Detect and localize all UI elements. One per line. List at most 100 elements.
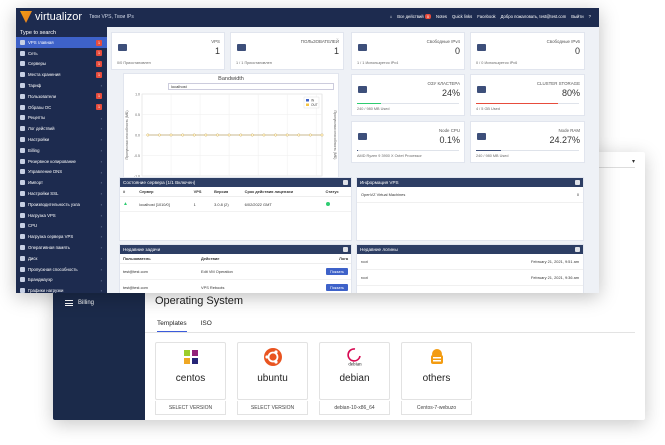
home-icon[interactable]: ⌂ [390, 14, 393, 19]
bandwidth-server-select[interactable]: localhost [168, 83, 334, 90]
list-icon [575, 180, 580, 185]
sidebar-item[interactable]: Рецепты › [16, 113, 107, 124]
sidebar-item-icon [20, 115, 25, 121]
table-row[interactable]: ▲ localhost [1010/0] 1 3.0.8 (2) 6/02/2022 G… [120, 196, 351, 212]
y-tick-label: -0.5 [134, 154, 140, 158]
vps-info-panel: Информация VPS OpenVZ Virtual Machines 0 [356, 177, 584, 241]
brand[interactable]: virtualizor Твои VPS, Твои IPs [20, 11, 134, 23]
sidebar-item-label: Рецепты [28, 115, 46, 121]
activity-badge: 0 [424, 14, 432, 19]
os-version-select[interactable]: SELECT VERSION [237, 401, 308, 415]
topbar-link-activity[interactable]: Все действий 0 [397, 14, 432, 19]
sidebar-item[interactable]: Billing › [16, 145, 107, 156]
os-card-debian[interactable]: debian debian debian-10-x86_64 [319, 342, 390, 415]
topbar-link-facebook[interactable]: Facebook [477, 14, 495, 19]
panel-header: Информация VPS [357, 178, 583, 187]
sidebar-item-label: Оперативная память [28, 245, 70, 251]
debian-logo-text: debian [348, 363, 362, 368]
server-table: # Сервер VPS Версия Срок действия лицензии Ст… [120, 187, 351, 212]
sidebar-item[interactable]: Лог действий › [16, 123, 107, 134]
stat-value: 80% [561, 88, 580, 98]
sidebar-item[interactable]: Оперативная память › [16, 242, 107, 253]
sidebar-item-icon [20, 158, 25, 164]
data-point [250, 133, 254, 137]
menu-icon [65, 300, 73, 306]
sidebar-item-icon [20, 255, 25, 261]
data-point [192, 133, 196, 137]
topbar-link-notes[interactable]: Notes [436, 14, 447, 19]
sidebar-item-icon [20, 277, 25, 283]
sidebar-item[interactable]: Диск › [16, 253, 107, 264]
billing-nav-item[interactable]: Billing [65, 300, 94, 306]
topbar-link-logout[interactable]: Выйти [571, 14, 583, 19]
sidebar-item[interactable]: Импорт › [16, 177, 107, 188]
sidebar-item[interactable]: Сеть 1 [16, 48, 107, 59]
sidebar-item[interactable]: Нагрузка сервера VPS › [16, 231, 107, 242]
sidebar-item[interactable]: Тариф › [16, 80, 107, 91]
sidebar-item[interactable]: Производительность узла › [16, 199, 107, 210]
chevron-right-icon: › [100, 137, 102, 143]
os-card-others[interactable]: others Centos-7-webuzo [401, 342, 472, 415]
vps-info-row: OpenVZ Virtual Machines 0 [357, 187, 583, 203]
os-version-select[interactable]: debian-10-x86_64 [319, 401, 390, 415]
sidebar-item[interactable]: CPU › [16, 221, 107, 232]
os-version-select[interactable]: SELECT VERSION [155, 401, 226, 415]
sidebar-item[interactable]: Настройки › [16, 134, 107, 145]
sidebar-item[interactable]: Настройки SSL › [16, 188, 107, 199]
stat-footnote: 240 / 980 MB Used [357, 107, 390, 111]
tab-templates[interactable]: Templates [157, 320, 187, 332]
divider [145, 332, 635, 333]
sidebar-item[interactable]: Графики нагрузки › [16, 285, 107, 293]
sidebar-item[interactable]: Места хранения 1 [16, 69, 107, 80]
search-input[interactable]: Type to search [16, 27, 107, 37]
sidebar-item-label: Нагрузка VPS [28, 212, 56, 218]
legend-swatch [306, 103, 309, 106]
panel-header: Недавние задачи [120, 245, 351, 254]
sidebar-item[interactable]: Брандмауэр › [16, 275, 107, 286]
sidebar-item-icon [20, 191, 25, 197]
sidebar-item[interactable]: Нагрузка VPS › [16, 210, 107, 221]
sidebar-item[interactable]: Управление DNS › [16, 167, 107, 178]
os-name: ubuntu [257, 373, 288, 384]
column-header: Сервер [136, 187, 191, 197]
data-point [239, 133, 243, 137]
chevron-right-icon: › [100, 234, 102, 240]
sidebar-item[interactable]: Серверы 1 [16, 59, 107, 70]
stat-footnote: 0/0 Приостановлен [117, 61, 151, 65]
stat-card: CLUSTER STORAGE 80% 4 / 5 GB Used [470, 74, 585, 116]
help-icon[interactable]: ? [589, 14, 591, 19]
sidebar-item[interactable]: Пропускная способность › [16, 264, 107, 275]
login-user: root [361, 259, 368, 264]
progress-bar [357, 102, 459, 104]
panel-title: Недавние задачи [123, 247, 161, 252]
sidebar-item[interactable]: Резервное копирование › [16, 156, 107, 167]
os-card-centos[interactable]: centos SELECT VERSION [155, 342, 226, 415]
tab-iso[interactable]: ISO [201, 320, 212, 332]
data-point [146, 133, 150, 137]
column-header: VPS [190, 187, 212, 197]
data-point [309, 133, 312, 137]
sidebar-item-icon [20, 39, 25, 45]
task-action: Edit VM Operation [198, 263, 286, 280]
show-log-button[interactable]: Покзать [325, 284, 348, 291]
sidebar-item[interactable]: Образы ОС 1 [16, 102, 107, 113]
stat-card: VPS 1 0/0 Приостановлен [111, 32, 225, 70]
server-icon-cell: ▲ [120, 196, 137, 212]
topbar-link-quick-links[interactable]: Quick links [452, 14, 472, 19]
show-log-button[interactable]: Покзать [325, 268, 348, 275]
column-header: Срок действия лицензии [241, 187, 323, 197]
table-cell: 3.0.8 (2) [211, 196, 242, 212]
panel-header: Состояние сервера (1/1 Включен) [120, 178, 351, 187]
status-online-icon [325, 201, 330, 206]
table-row: test@test.com VPS Reboots Покзать [120, 279, 351, 293]
sidebar-item-icon [20, 61, 25, 67]
sidebar-item-count: 1 [96, 50, 102, 57]
data-point [320, 133, 324, 137]
stat-label: Node RAM [558, 128, 580, 133]
sidebar-item[interactable]: VPS главная 1 [16, 37, 107, 48]
progress-bar [476, 149, 579, 151]
topbar: virtualizor Твои VPS, Твои IPs ⌂ Все дей… [16, 8, 599, 27]
os-card-ubuntu[interactable]: ubuntu SELECT VERSION [237, 342, 308, 415]
sidebar-item[interactable]: Пользователи 1 [16, 91, 107, 102]
os-version-select[interactable]: Centos-7-webuzo [401, 401, 472, 415]
